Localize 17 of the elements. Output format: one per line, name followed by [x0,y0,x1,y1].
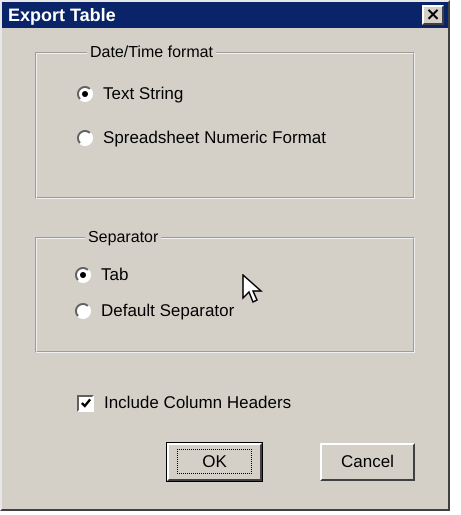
group-title: Separator [87,229,160,247]
close-button[interactable]: × [422,5,444,25]
radio-button[interactable] [75,303,91,319]
radio-label[interactable]: Spreadsheet Numeric Format [103,128,326,148]
radio-button[interactable] [77,86,93,102]
radio-label[interactable]: Text String [103,84,184,104]
group-title: Date/Time format [89,44,214,62]
radio-button[interactable] [75,267,91,283]
ok-button[interactable]: OK [167,443,262,481]
mouse-pointer-icon [242,274,264,304]
window-title: Export Table [8,4,116,26]
radio-button[interactable] [77,130,93,146]
checkbox[interactable] [77,394,94,412]
cancel-button[interactable]: Cancel [320,443,415,481]
radio-label[interactable]: Default Separator [101,301,234,321]
radio-label[interactable]: Tab [101,265,128,285]
checkbox-label[interactable]: Include Column Headers [104,393,292,413]
